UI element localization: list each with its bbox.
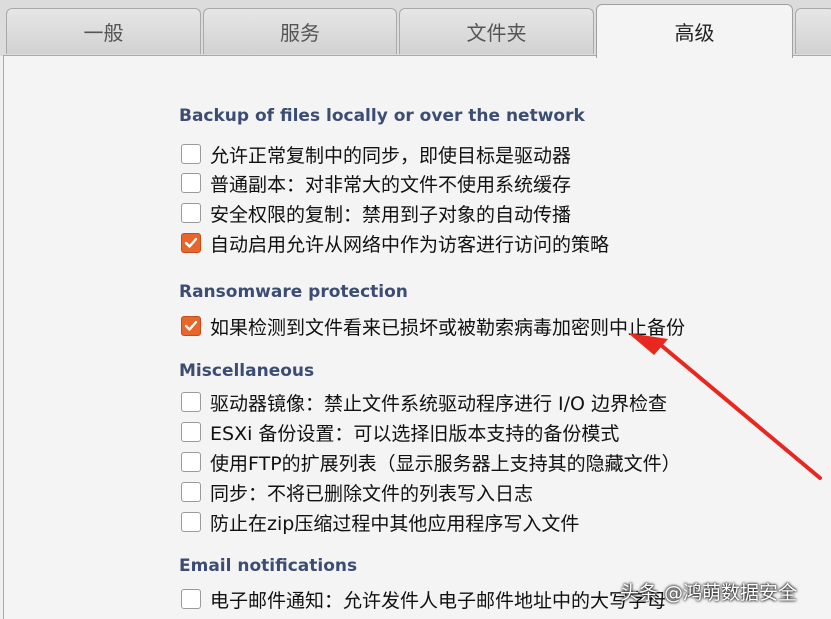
section-title-ransomware: Ransomware protection: [179, 282, 408, 302]
option-zip-lock-files[interactable]: 防止在zip压缩过程中其他应用程序写入文件: [181, 510, 580, 535]
checkbox[interactable]: [181, 589, 201, 609]
option-label: 电子邮件通知：允许发件人电子邮件地址中的大写字母: [210, 589, 667, 612]
option-esxi-backup-mode[interactable]: ESXi 备份设置：可以选择旧版本支持的备份模式: [181, 420, 620, 445]
checkbox[interactable]: [181, 512, 201, 532]
section-title-backup: Backup of files locally or over the netw…: [179, 106, 585, 126]
checkbox[interactable]: [181, 422, 201, 442]
checkbox[interactable]: [181, 452, 201, 472]
tab-bar: 一般 服务 文件夹 高级: [0, 0, 831, 58]
option-abort-on-ransomware[interactable]: 如果检测到文件看来已损坏或被勒索病毒加密则中止备份: [181, 314, 686, 339]
option-enable-guest-network-access[interactable]: 自动启用允许从网络中作为访客进行访问的策略: [181, 231, 610, 256]
option-label: 允许正常复制中的同步，即使目标是驱动器: [210, 144, 572, 167]
option-label: 同步：不将已删除文件的列表写入日志: [210, 482, 534, 505]
tab-advanced[interactable]: 高级: [596, 4, 793, 58]
checkbox[interactable]: [181, 233, 201, 253]
tab-general[interactable]: 一般: [6, 8, 201, 54]
option-label: 使用FTP的扩展列表（显示服务器上支持其的隐藏文件）: [210, 452, 681, 475]
tab-services[interactable]: 服务: [203, 8, 397, 54]
tab-overflow[interactable]: [795, 8, 831, 54]
option-label: 防止在zip压缩过程中其他应用程序写入文件: [210, 512, 580, 535]
option-label: 如果检测到文件看来已损坏或被勒索病毒加密则中止备份: [210, 316, 686, 339]
option-security-permissions-copy[interactable]: 安全权限的复制：禁用到子对象的自动传播: [181, 201, 572, 226]
option-sync-no-deleted-log[interactable]: 同步：不将已删除文件的列表写入日志: [181, 480, 534, 505]
option-normal-copy-no-cache[interactable]: 普通副本：对非常大的文件不使用系统缓存: [181, 171, 572, 196]
checkbox[interactable]: [181, 144, 201, 164]
section-title-email: Email notifications: [179, 556, 358, 576]
option-label: 普通副本：对非常大的文件不使用系统缓存: [210, 173, 572, 196]
option-ftp-extended-listing[interactable]: 使用FTP的扩展列表（显示服务器上支持其的隐藏文件）: [181, 450, 681, 475]
option-allow-sync-to-drive[interactable]: 允许正常复制中的同步，即使目标是驱动器: [181, 142, 572, 167]
checkmark-icon: [184, 237, 198, 248]
option-label: 驱动器镜像：禁止文件系统驱动程序进行 I/O 边界检查: [210, 392, 668, 415]
checkmark-icon: [184, 320, 198, 331]
option-label: 自动启用允许从网络中作为访客进行访问的策略: [210, 233, 610, 256]
checkbox[interactable]: [181, 392, 201, 412]
checkbox[interactable]: [181, 173, 201, 193]
checkbox[interactable]: [181, 203, 201, 223]
section-title-miscellaneous: Miscellaneous: [179, 361, 315, 381]
option-label: ESXi 备份设置：可以选择旧版本支持的备份模式: [210, 422, 620, 445]
option-label: 安全权限的复制：禁用到子对象的自动传播: [210, 203, 572, 226]
checkbox[interactable]: [181, 482, 201, 502]
tab-folders[interactable]: 文件夹: [399, 8, 594, 54]
option-drive-image-io-check[interactable]: 驱动器镜像：禁止文件系统驱动程序进行 I/O 边界检查: [181, 390, 668, 415]
option-email-uppercase-sender[interactable]: 电子邮件通知：允许发件人电子邮件地址中的大写字母: [181, 587, 667, 612]
watermark: 头条 @鸿萌数据安全: [620, 582, 798, 604]
checkbox[interactable]: [181, 316, 201, 336]
